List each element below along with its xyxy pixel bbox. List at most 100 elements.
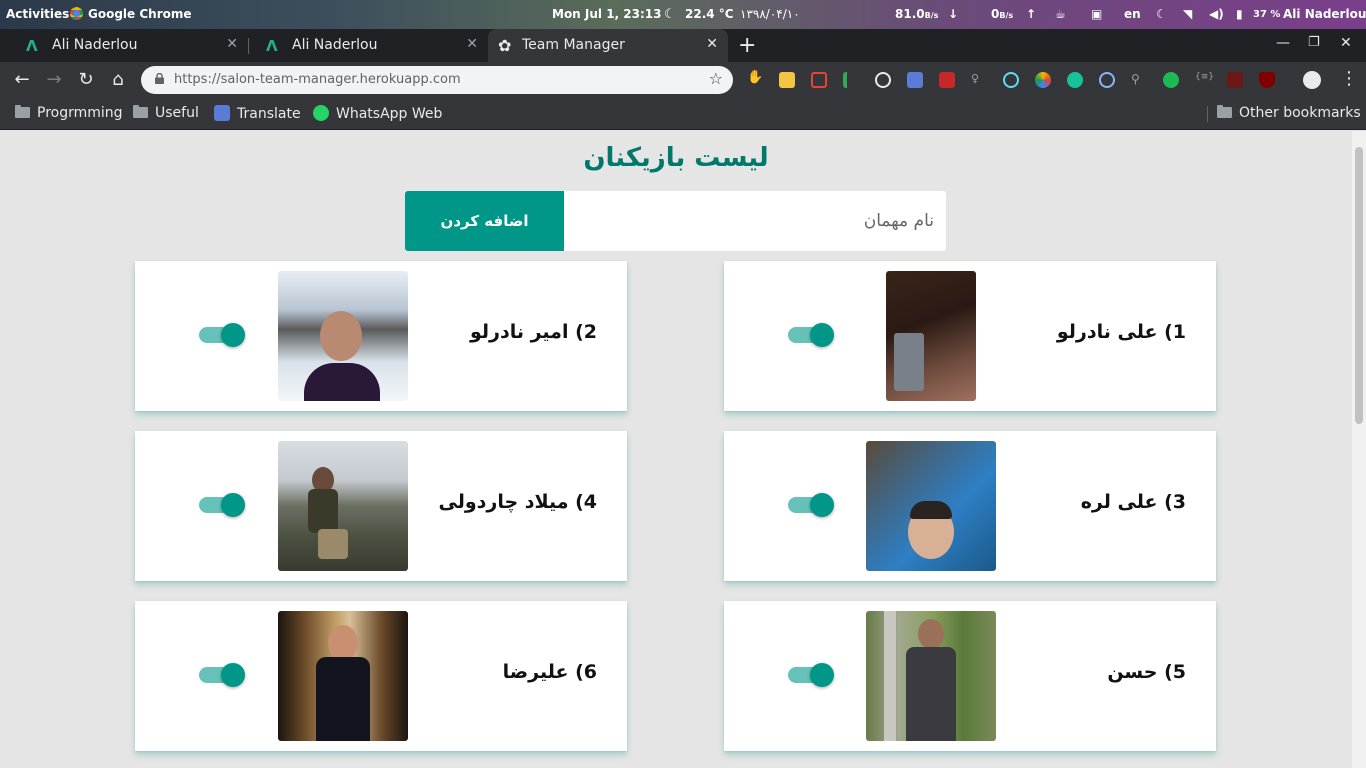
json-viewer-icon[interactable]: {≡} (1195, 72, 1214, 88)
other-bookmarks[interactable]: Other bookmarks (1217, 105, 1361, 121)
player-toggle[interactable] (199, 663, 245, 687)
wifi-icon: ◥ (1183, 7, 1193, 21)
tab-strip: Λ Ali Naderlou ✕ Λ Ali Naderlou ✕ ✿ Team… (0, 29, 1366, 62)
bookmarks-bar: Progrmming Useful Translate WhatsApp Web… (0, 98, 1366, 130)
ublock-icon[interactable] (1259, 72, 1275, 88)
tab-2[interactable]: Λ Ali Naderlou ✕ (248, 29, 488, 62)
keep-icon[interactable] (779, 72, 795, 88)
new-tab-button[interactable]: + (738, 33, 756, 58)
player-toggle[interactable] (199, 493, 245, 517)
player-name: 5) حسن (1107, 661, 1186, 683)
video-ext-icon[interactable] (939, 72, 955, 88)
body-shape (308, 489, 338, 533)
close-window-button[interactable]: ✕ (1340, 35, 1352, 51)
coffee-icon[interactable]: ☕ (1055, 7, 1066, 21)
battery-icon: ▮ (1236, 7, 1243, 21)
pole-shape (884, 611, 896, 741)
tab-3-active[interactable]: ✿ Team Manager ✕ (488, 29, 728, 62)
scrollbar-thumb[interactable] (1355, 147, 1363, 424)
page-scrollbar[interactable] (1352, 131, 1366, 768)
vuetify-icon: Λ (266, 37, 278, 55)
folder-icon (1217, 105, 1232, 118)
arrow-up-icon: ↑ (1026, 7, 1037, 21)
clock[interactable]: Mon Jul 1, 23:13 (552, 7, 662, 21)
phone-shape (894, 333, 924, 391)
color-wheel-icon[interactable] (1035, 72, 1051, 88)
user-menu[interactable]: Ali Naderlou (1283, 7, 1366, 21)
close-icon[interactable]: ✕ (226, 36, 238, 52)
player-card: 6) علیرضا (135, 601, 627, 751)
bookmark-label: Translate (237, 106, 301, 122)
lock-icon (155, 73, 164, 84)
player-name: 6) علیرضا (502, 661, 597, 683)
legs-shape (318, 529, 348, 559)
close-icon[interactable]: ✕ (706, 36, 718, 52)
bookmark-label: Useful (155, 105, 199, 121)
address-bar[interactable]: https://salon-team-manager.herokuapp.com… (141, 66, 733, 94)
persian-date: ۱۳۹۸/۰۴/۱۰ (740, 7, 800, 21)
forward-button[interactable]: → (43, 69, 65, 90)
bookmark-folder-useful[interactable]: Useful (133, 105, 199, 121)
chrome-menu-icon[interactable]: ⋮ (1340, 68, 1358, 89)
bookmark-label: Progrmming (37, 105, 123, 121)
guest-name-input[interactable] (564, 191, 946, 251)
pen-extension-icon[interactable] (843, 72, 859, 88)
player-photo (278, 271, 408, 401)
face-shape (918, 619, 944, 649)
bookmark-folder-programming[interactable]: Progrmming (15, 105, 123, 121)
translate-icon (214, 105, 230, 121)
battery-percent: 37 % (1253, 9, 1281, 20)
player-toggle[interactable] (788, 493, 834, 517)
maximize-button[interactable]: ❐ (1308, 35, 1320, 50)
gnome-extension-icon[interactable]: ✋ (747, 70, 763, 86)
clipboard-icon[interactable]: ▣ (1091, 7, 1102, 21)
colorpicker-icon[interactable] (811, 72, 827, 88)
player-photo (278, 441, 408, 571)
back-button[interactable]: ← (11, 69, 33, 90)
magnifier-ext-icon[interactable]: ⚲ (1131, 72, 1147, 88)
translate-ext-icon[interactable] (907, 72, 923, 88)
activities-button[interactable]: Activities (6, 7, 69, 21)
reload-button[interactable]: ↻ (75, 69, 97, 90)
body-shape (316, 657, 370, 741)
download-speed: 81.0B/s (895, 7, 938, 21)
close-icon[interactable]: ✕ (466, 36, 478, 52)
bulb-icon[interactable]: ♀ (971, 72, 987, 88)
bookmark-star-icon[interactable]: ☆ (709, 69, 723, 88)
url-text: https://salon-team-manager.herokuapp.com (174, 72, 461, 87)
keyboard-layout[interactable]: en (1124, 7, 1141, 21)
folder-icon (133, 105, 148, 118)
profile-avatar[interactable] (1303, 71, 1321, 89)
player-toggle[interactable] (788, 663, 834, 687)
vuetify-icon: Λ (26, 37, 38, 55)
browser-toolbar: ← → ↻ ⌂ https://salon-team-manager.herok… (0, 62, 1366, 98)
moon-icon: ☾ (664, 7, 676, 22)
amazon-assistant-icon[interactable] (1099, 72, 1115, 88)
speedometer-icon[interactable] (875, 72, 891, 88)
add-button[interactable]: اضافه کردن (405, 191, 564, 251)
tab-1[interactable]: Λ Ali Naderlou ✕ (8, 29, 248, 62)
bookmark-whatsapp[interactable]: WhatsApp Web (313, 105, 442, 122)
body-shape (906, 647, 956, 741)
player-card: 2) امیر نادرلو (135, 261, 627, 411)
tab-title: Ali Naderlou (52, 37, 138, 53)
player-card: 3) علی لره (724, 431, 1216, 581)
temperature[interactable]: 22.4 °C (685, 7, 734, 21)
player-toggle[interactable] (199, 323, 245, 347)
player-name: 1) علی نادرلو (1056, 321, 1186, 343)
minimize-button[interactable]: — (1276, 35, 1290, 51)
grammarly-icon[interactable] (1067, 72, 1083, 88)
react-devtools-icon[interactable] (1003, 72, 1019, 88)
arrow-down-icon: ↓ (948, 7, 959, 21)
app-menu[interactable]: Google Chrome (70, 7, 192, 21)
night-light-icon: ☾ (1156, 7, 1167, 21)
home-button[interactable]: ⌂ (107, 69, 129, 90)
volume-icon: ◀) (1209, 7, 1224, 21)
player-card: 5) حسن (724, 601, 1216, 751)
gear-icon: ✿ (498, 36, 512, 55)
bookmark-translate[interactable]: Translate (214, 105, 301, 122)
dark-reader-icon[interactable] (1227, 72, 1243, 88)
player-photo (278, 611, 408, 741)
evernote-icon[interactable] (1163, 72, 1179, 88)
player-toggle[interactable] (788, 323, 834, 347)
